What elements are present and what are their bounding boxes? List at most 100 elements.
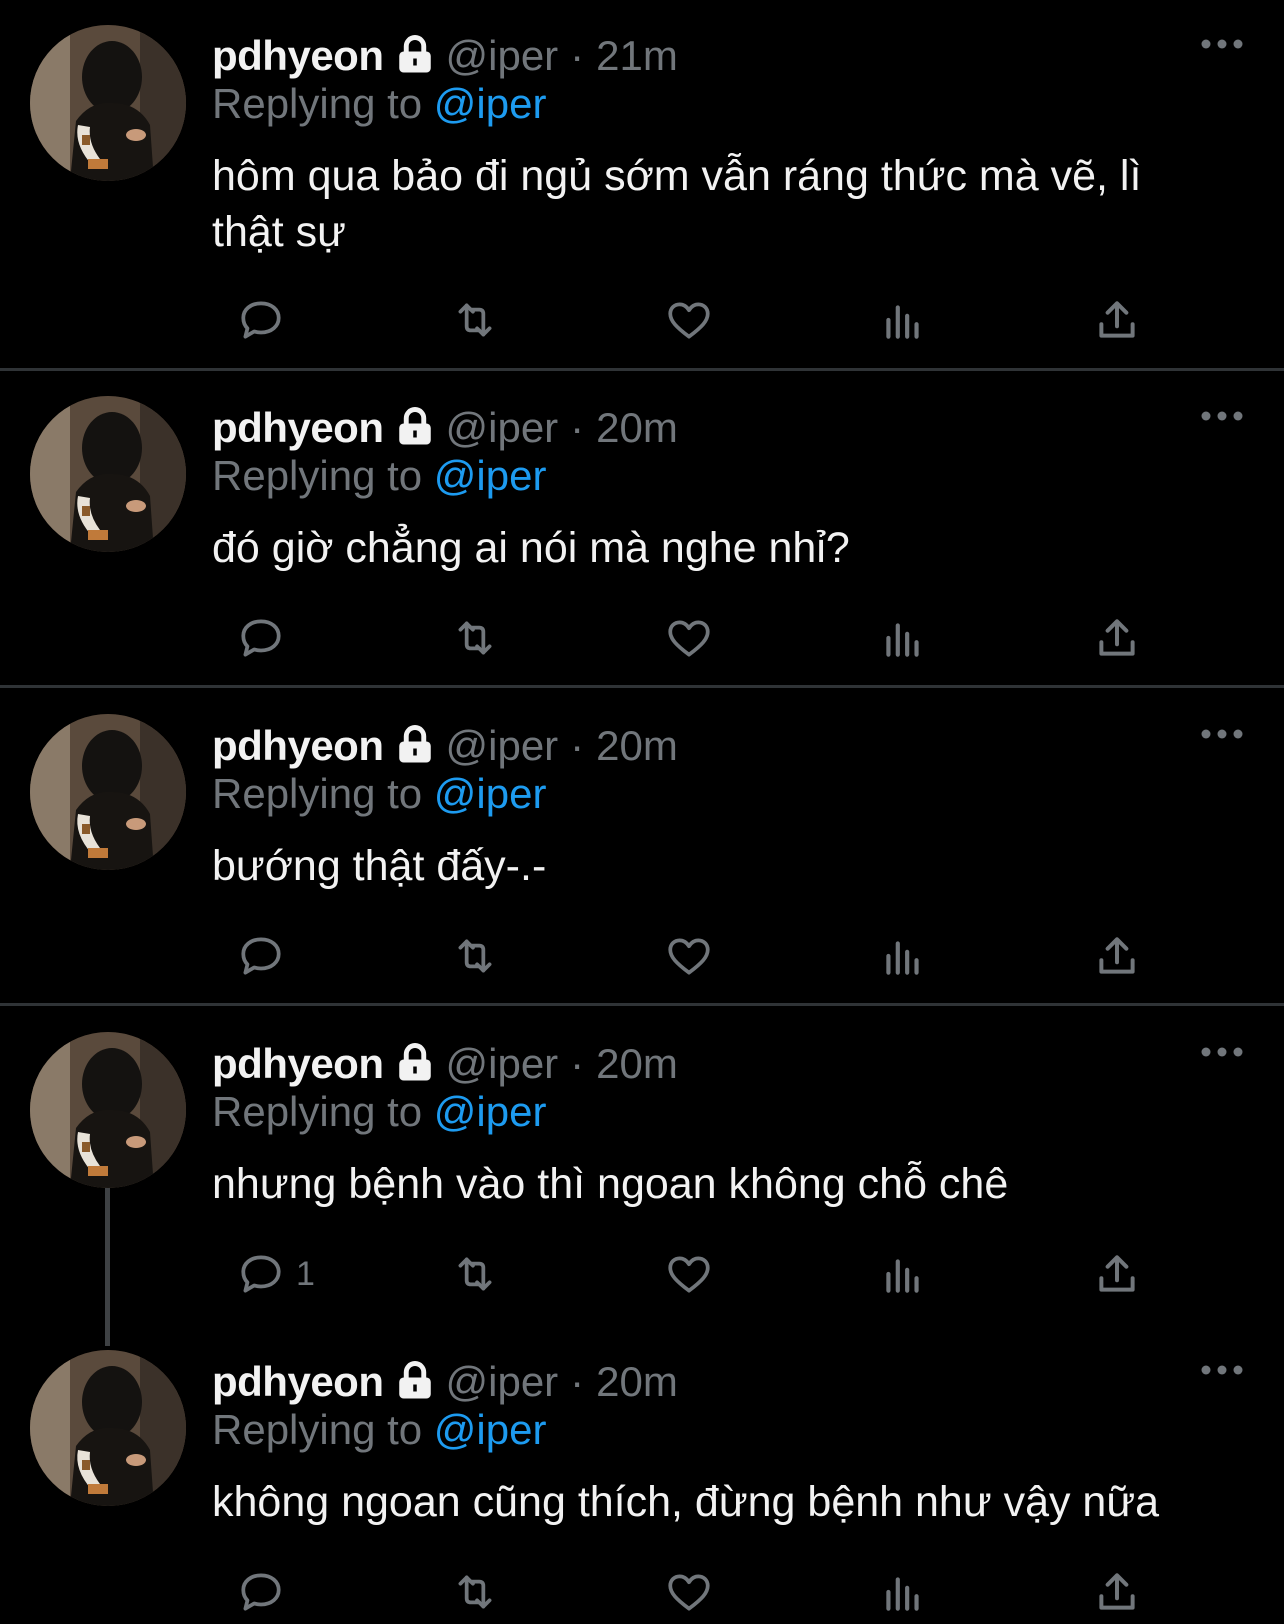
retweet-icon	[450, 295, 500, 345]
views-icon	[878, 613, 928, 663]
reply-button[interactable]: 1	[236, 1248, 315, 1300]
replying-to: Replying to @iper	[212, 1406, 546, 1454]
tweet-text: không ngoan cũng thích, đừng bệnh như vậ…	[212, 1478, 1160, 1526]
avatar[interactable]	[30, 1350, 186, 1506]
like-button[interactable]	[664, 1248, 714, 1300]
timestamp[interactable]: 20m	[596, 404, 678, 452]
share-icon	[1092, 931, 1142, 981]
reply-button[interactable]	[236, 1566, 296, 1618]
display-name[interactable]: pdhyeon	[212, 404, 384, 452]
action-bar	[212, 294, 1112, 346]
tweet[interactable]: pdhyeon @iper · 20m Replying to @iper nh…	[0, 1008, 1284, 1328]
username[interactable]: @iper	[446, 404, 559, 452]
like-icon	[664, 613, 714, 663]
divider	[0, 685, 1284, 688]
mention-link[interactable]: @iper	[434, 770, 547, 817]
lock-icon	[394, 724, 436, 766]
more-icon[interactable]	[1200, 1044, 1244, 1060]
timestamp[interactable]: 20m	[596, 1040, 678, 1088]
display-name[interactable]: pdhyeon	[212, 1040, 384, 1088]
reply-button[interactable]	[236, 930, 296, 982]
retweet-button[interactable]	[450, 1566, 500, 1618]
views-button[interactable]	[878, 930, 928, 982]
views-icon	[878, 295, 928, 345]
more-icon[interactable]	[1200, 36, 1244, 52]
like-button[interactable]	[664, 1566, 714, 1618]
username[interactable]: @iper	[446, 32, 559, 80]
timestamp[interactable]: 20m	[596, 722, 678, 770]
views-button[interactable]	[878, 294, 928, 346]
username[interactable]: @iper	[446, 722, 559, 770]
tweet[interactable]: pdhyeon @iper · 20m Replying to @iper bư…	[0, 690, 1284, 1003]
reply-count: 1	[296, 1254, 315, 1293]
tweet-header: pdhyeon @iper · 20m	[212, 1354, 678, 1406]
mention-link[interactable]: @iper	[434, 80, 547, 127]
tweet[interactable]: pdhyeon @iper · 20m Replying to @iper kh…	[0, 1326, 1284, 1624]
replying-to-label: Replying to	[212, 1406, 423, 1453]
like-button[interactable]	[664, 294, 714, 346]
replying-to: Replying to @iper	[212, 1088, 546, 1136]
replying-to-label: Replying to	[212, 452, 423, 499]
more-icon[interactable]	[1200, 726, 1244, 742]
share-icon	[1092, 295, 1142, 345]
share-button[interactable]	[1092, 1248, 1142, 1300]
avatar[interactable]	[30, 714, 186, 870]
retweet-button[interactable]	[450, 294, 500, 346]
replying-to-label: Replying to	[212, 80, 423, 127]
share-button[interactable]	[1092, 294, 1142, 346]
action-bar	[212, 612, 1112, 664]
retweet-button[interactable]	[450, 930, 500, 982]
divider	[0, 368, 1284, 371]
display-name[interactable]: pdhyeon	[212, 32, 384, 80]
views-icon	[878, 1249, 928, 1299]
share-button[interactable]	[1092, 1566, 1142, 1618]
separator-dot: ·	[570, 722, 585, 769]
replying-to: Replying to @iper	[212, 452, 546, 500]
replying-to: Replying to @iper	[212, 770, 546, 818]
avatar[interactable]	[30, 396, 186, 552]
action-bar	[212, 1566, 1112, 1618]
reply-icon	[236, 1567, 286, 1617]
more-icon[interactable]	[1200, 408, 1244, 424]
share-button[interactable]	[1092, 930, 1142, 982]
views-button[interactable]	[878, 1566, 928, 1618]
reply-icon	[236, 613, 286, 663]
tweet[interactable]: pdhyeon @iper · 21m Replying to @iper hô…	[0, 0, 1284, 368]
share-icon	[1092, 613, 1142, 663]
mention-link[interactable]: @iper	[434, 452, 547, 499]
separator-dot: ·	[570, 1040, 585, 1087]
avatar[interactable]	[30, 1032, 186, 1188]
reply-button[interactable]	[236, 612, 296, 664]
like-button[interactable]	[664, 930, 714, 982]
like-icon	[664, 1567, 714, 1617]
mention-link[interactable]: @iper	[434, 1088, 547, 1135]
timestamp[interactable]: 21m	[596, 32, 678, 80]
like-icon	[664, 931, 714, 981]
retweet-button[interactable]	[450, 612, 500, 664]
tweet-header: pdhyeon @iper · 21m	[212, 28, 678, 80]
views-button[interactable]	[878, 612, 928, 664]
display-name[interactable]: pdhyeon	[212, 722, 384, 770]
views-button[interactable]	[878, 1248, 928, 1300]
tweet[interactable]: pdhyeon @iper · 20m Replying to @iper đó…	[0, 372, 1284, 685]
more-icon[interactable]	[1200, 1362, 1244, 1378]
retweet-icon	[450, 613, 500, 663]
reply-icon	[236, 1249, 286, 1299]
username[interactable]: @iper	[446, 1040, 559, 1088]
reply-button[interactable]	[236, 294, 296, 346]
display-name[interactable]: pdhyeon	[212, 1358, 384, 1406]
separator-dot: ·	[570, 404, 585, 451]
avatar[interactable]	[30, 25, 186, 181]
replying-to: Replying to @iper	[212, 80, 546, 128]
retweet-icon	[450, 931, 500, 981]
tweet-text: đó giờ chẳng ai nói mà nghe nhỉ?	[212, 524, 850, 572]
timestamp[interactable]: 20m	[596, 1358, 678, 1406]
username[interactable]: @iper	[446, 1358, 559, 1406]
like-icon	[664, 295, 714, 345]
lock-icon	[394, 34, 436, 76]
mention-link[interactable]: @iper	[434, 1406, 547, 1453]
retweet-button[interactable]	[450, 1248, 500, 1300]
lock-icon	[394, 406, 436, 448]
like-button[interactable]	[664, 612, 714, 664]
share-button[interactable]	[1092, 612, 1142, 664]
